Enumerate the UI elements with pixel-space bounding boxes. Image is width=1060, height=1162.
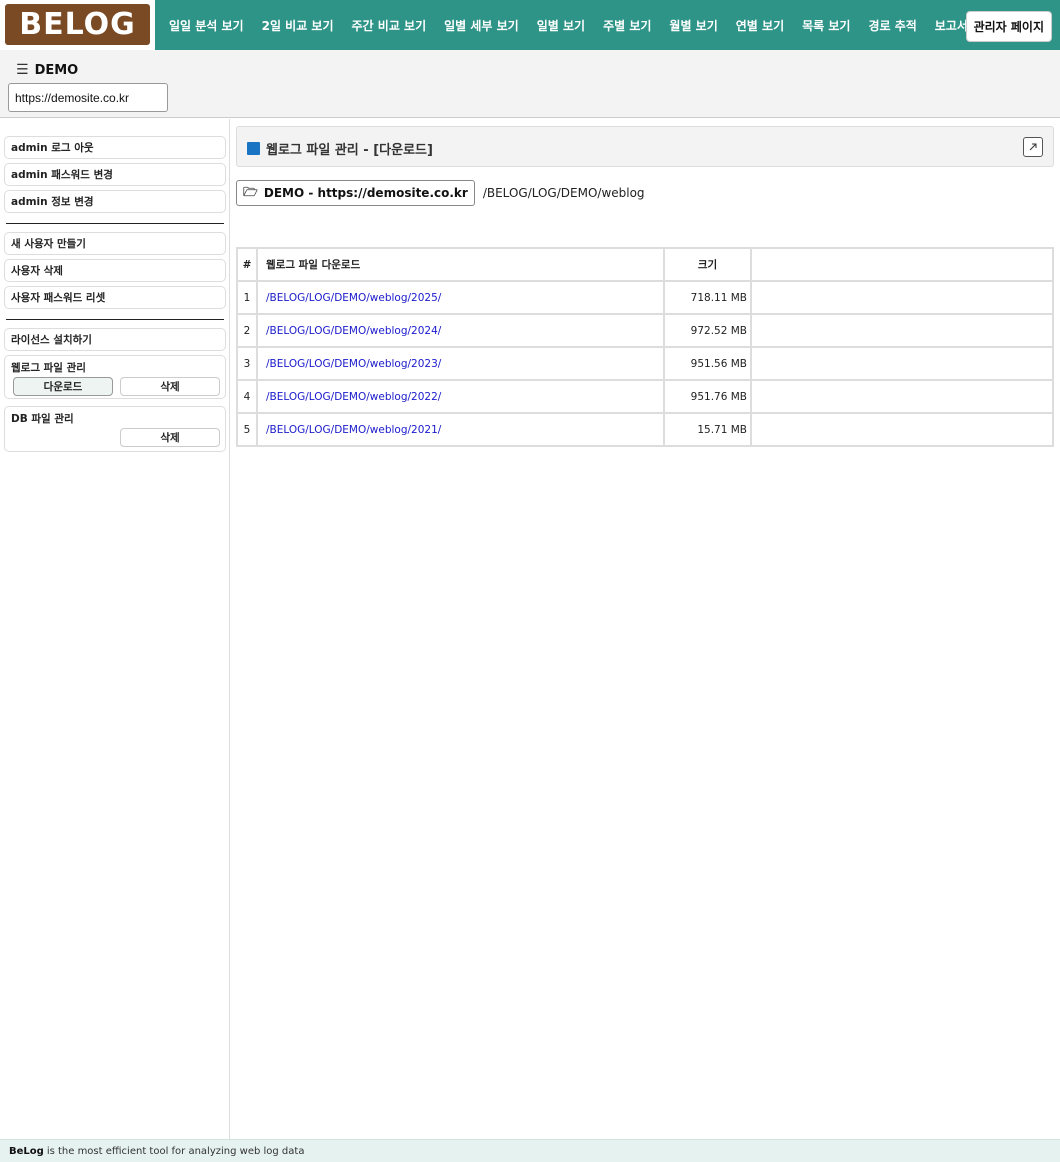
- sidebar-divider: [6, 223, 224, 224]
- row-empty-cell: [750, 346, 1054, 381]
- nav-item-daily-detail[interactable]: 일별 세부 보기: [435, 17, 528, 34]
- row-num: 1: [236, 280, 258, 315]
- table-row: 2 /BELOG/LOG/DEMO/weblog/2024/ 972.52 MB: [236, 313, 1054, 348]
- path-row: 🗁 DEMO - https://demosite.co.kr /BELOG/L…: [236, 180, 645, 206]
- main-nav: 일일 분석 보기 2일 비교 보기 주간 비교 보기 일별 세부 보기 일별 보…: [160, 0, 977, 50]
- install-license-button[interactable]: 라이선스 설치하기: [4, 328, 226, 351]
- row-num: 2: [236, 313, 258, 348]
- admin-page-button[interactable]: 관리자 페이지: [965, 11, 1052, 42]
- row-num: 4: [236, 379, 258, 414]
- site-url-select[interactable]: https://demosite.co.kr: [8, 83, 168, 112]
- file-size: 15.71 MB: [663, 412, 752, 447]
- square-icon: [247, 142, 260, 155]
- db-group-title: DB 파일 관리: [11, 413, 74, 425]
- site-path-button[interactable]: 🗁 DEMO - https://demosite.co.kr: [236, 180, 475, 206]
- footer-tagline: is the most efficient tool for analyzing…: [46, 1145, 305, 1157]
- db-delete-button[interactable]: 삭제: [120, 428, 220, 447]
- table-row: 1 /BELOG/LOG/DEMO/weblog/2025/ 718.11 MB: [236, 280, 1054, 315]
- weblog-group-title: 웹로그 파일 관리: [11, 362, 86, 374]
- row-num: 5: [236, 412, 258, 447]
- site-path-label: DEMO - https://demosite.co.kr: [263, 186, 468, 200]
- row-empty-cell: [750, 280, 1054, 315]
- nav-item-daily-analysis[interactable]: 일일 분석 보기: [160, 17, 253, 34]
- panel-header: 웹로그 파일 관리 - [다운로드]: [236, 126, 1054, 167]
- new-user-button[interactable]: 새 사용자 만들기: [4, 232, 226, 255]
- nav-item-daily[interactable]: 일별 보기: [528, 17, 594, 34]
- file-size: 951.56 MB: [663, 346, 752, 381]
- header-name: 웹로그 파일 다운로드: [256, 247, 665, 282]
- table-row: 4 /BELOG/LOG/DEMO/weblog/2022/ 951.76 MB: [236, 379, 1054, 414]
- nav-item-two-day-compare[interactable]: 2일 비교 보기: [253, 17, 343, 34]
- nav-item-list[interactable]: 목록 보기: [793, 17, 859, 34]
- file-link[interactable]: /BELOG/LOG/DEMO/weblog/2021/: [256, 412, 665, 447]
- weblog-download-button[interactable]: 다운로드: [13, 377, 113, 396]
- nav-item-weekly-compare[interactable]: 주간 비교 보기: [343, 17, 436, 34]
- footer-brand: BeLog: [9, 1145, 44, 1157]
- file-link[interactable]: /BELOG/LOG/DEMO/weblog/2023/: [256, 346, 665, 381]
- db-file-group: DB 파일 관리 삭제: [4, 406, 226, 452]
- delete-user-button[interactable]: 사용자 삭제: [4, 259, 226, 282]
- file-size: 951.76 MB: [663, 379, 752, 414]
- file-link[interactable]: /BELOG/LOG/DEMO/weblog/2022/: [256, 379, 665, 414]
- header-size: 크기: [663, 247, 752, 282]
- current-path: /BELOG/LOG/DEMO/weblog: [482, 186, 645, 200]
- sidebar: admin 로그 아웃 admin 패스워드 변경 admin 정보 변경 새 …: [0, 119, 230, 1139]
- file-size: 972.52 MB: [663, 313, 752, 348]
- page-title-text: 웹로그 파일 관리 - [다운로드]: [266, 143, 433, 158]
- nav-item-monthly[interactable]: 월별 보기: [660, 17, 726, 34]
- site-title-text: DEMO: [34, 62, 79, 78]
- change-password-button[interactable]: admin 패스워드 변경: [4, 163, 226, 186]
- row-empty-cell: [750, 412, 1054, 447]
- site-header: ☰ DEMO https://demosite.co.kr: [0, 50, 1060, 118]
- external-link-icon[interactable]: [1023, 137, 1043, 157]
- change-info-button[interactable]: admin 정보 변경: [4, 190, 226, 213]
- file-link[interactable]: /BELOG/LOG/DEMO/weblog/2024/: [256, 313, 665, 348]
- site-title[interactable]: ☰ DEMO: [16, 62, 78, 78]
- file-link[interactable]: /BELOG/LOG/DEMO/weblog/2025/: [256, 280, 665, 315]
- logo-text: BELOG: [19, 7, 136, 42]
- top-navbar: BELOG 일일 분석 보기 2일 비교 보기 주간 비교 보기 일별 세부 보…: [0, 0, 1060, 50]
- table-row: 5 /BELOG/LOG/DEMO/weblog/2021/ 15.71 MB: [236, 412, 1054, 447]
- weblog-file-group: 웹로그 파일 관리 다운로드 삭제: [4, 355, 226, 399]
- header-empty: [750, 247, 1054, 282]
- folder-open-icon: 🗁: [243, 184, 258, 199]
- logout-button[interactable]: admin 로그 아웃: [4, 136, 226, 159]
- file-table: # 웹로그 파일 다운로드 크기 1 /BELOG/LOG/DEMO/weblo…: [236, 247, 1054, 447]
- header-num: #: [236, 247, 258, 282]
- footer: BeLog is the most efficient tool for ana…: [0, 1139, 1060, 1162]
- row-empty-cell: [750, 379, 1054, 414]
- hamburger-icon[interactable]: ☰: [16, 62, 29, 78]
- page-title: 웹로그 파일 관리 - [다운로드]: [247, 139, 433, 158]
- table-row: 3 /BELOG/LOG/DEMO/weblog/2023/ 951.56 MB: [236, 346, 1054, 381]
- row-empty-cell: [750, 313, 1054, 348]
- nav-item-path-trace[interactable]: 경로 추적: [859, 17, 925, 34]
- nav-item-yearly[interactable]: 연별 보기: [727, 17, 793, 34]
- file-size: 718.11 MB: [663, 280, 752, 315]
- reset-password-button[interactable]: 사용자 패스워드 리셋: [4, 286, 226, 309]
- sidebar-divider: [6, 319, 224, 320]
- belog-logo[interactable]: BELOG: [5, 4, 150, 45]
- weblog-delete-button[interactable]: 삭제: [120, 377, 220, 396]
- table-header-row: # 웹로그 파일 다운로드 크기: [236, 247, 1054, 282]
- logo-area[interactable]: BELOG: [0, 0, 155, 50]
- row-num: 3: [236, 346, 258, 381]
- nav-item-weekly[interactable]: 주별 보기: [594, 17, 660, 34]
